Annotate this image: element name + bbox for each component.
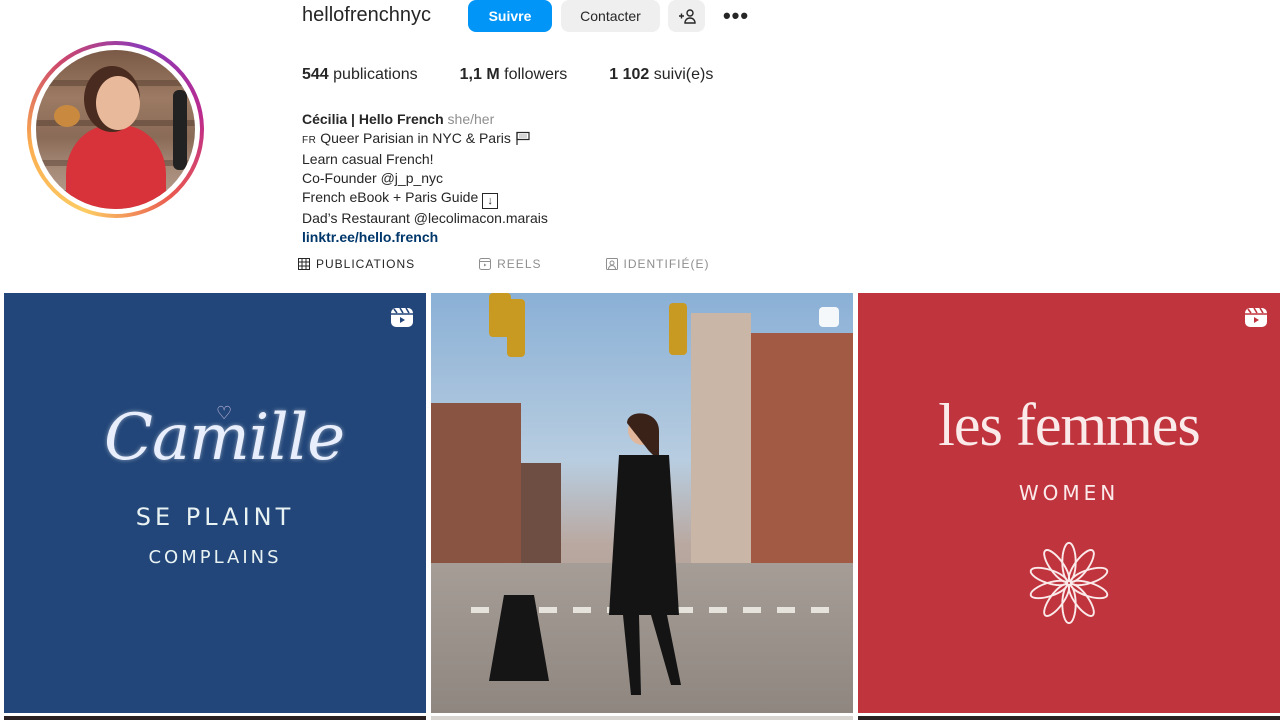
bio-fr-prefix: FR: [302, 135, 317, 146]
bio-text: Co-Founder @j_p_nyc: [302, 170, 444, 186]
bio-line: Learn casual French!: [302, 151, 434, 167]
contact-button[interactable]: Contacter: [561, 0, 660, 32]
bio-line: French eBook + Paris Guide ↓: [302, 188, 548, 209]
post-line: COMPLAINS: [148, 547, 282, 568]
stat-value: 544: [302, 66, 329, 83]
posts-grid: Camille ♡ SE PLAINT COMPLAINS les femmes…: [4, 293, 1280, 713]
traffic-light: [669, 303, 687, 355]
bio-line: Dad’s Restaurant @lecolimacon.marais: [302, 210, 548, 226]
avatar-border: [31, 45, 200, 214]
next-posts-row: [4, 716, 1280, 720]
stat-label: followers: [504, 66, 568, 83]
tab-label: PUBLICATIONS: [316, 257, 416, 271]
post-tile-peek[interactable]: [858, 716, 1280, 720]
stat-value: 1 102: [609, 66, 650, 83]
post-tile[interactable]: Camille ♡ SE PLAINT COMPLAINS: [4, 293, 426, 713]
grid-icon: [298, 258, 310, 270]
profile-avatar-ring[interactable]: [27, 41, 204, 218]
stat-followers[interactable]: 1,1 M followers: [460, 66, 568, 84]
tab-tagged[interactable]: IDENTIFIÉ(E): [605, 257, 710, 271]
reels-icon: [479, 258, 492, 270]
tab-label: REELS: [497, 257, 542, 271]
heart-icon: ♡: [216, 403, 233, 423]
post-tile-peek[interactable]: [4, 716, 426, 720]
bio-text: Queer Parisian in NYC & Paris: [320, 130, 511, 146]
suggest-user-button[interactable]: [668, 0, 705, 32]
profile-stats: 544 publications 1,1 M followers 1 102 s…: [302, 66, 755, 84]
profile-tabs: PUBLICATIONS REELS IDENTIFIÉ(E): [298, 257, 774, 271]
more-icon: •••: [722, 3, 750, 28]
post-tile[interactable]: [431, 293, 853, 713]
building: [751, 333, 853, 583]
tab-label: IDENTIFIÉ(E): [623, 257, 710, 271]
avatar: [36, 50, 195, 209]
post-tile-peek[interactable]: [431, 716, 853, 720]
stat-label: publications: [333, 66, 418, 83]
flag-icon: [516, 131, 530, 145]
stat-label: suivi(e)s: [653, 66, 714, 83]
profile-bio: Cécilia | Hello French she/her FR Queer …: [302, 110, 548, 247]
person-figure: [609, 413, 681, 695]
avatar-pastry: [54, 105, 80, 127]
profile-username: hellofrenchnyc: [302, 4, 431, 26]
bio-line: Co-Founder @j_p_nyc: [302, 169, 548, 188]
more-options-button[interactable]: •••: [716, 0, 756, 32]
avatar-dress: [66, 125, 166, 209]
bio-text: French eBook + Paris Guide: [302, 189, 479, 205]
tab-publications[interactable]: PUBLICATIONS: [298, 257, 415, 271]
stat-value: 1,1 M: [459, 66, 500, 83]
reel-icon: [1245, 307, 1267, 327]
post-line: SE PLAINT: [135, 503, 295, 531]
avatar-head: [96, 76, 140, 130]
bio-line: FR Queer Parisian in NYC & Paris: [302, 129, 548, 150]
down-arrow-icon: ↓: [482, 193, 499, 209]
clip-icon: [819, 307, 839, 327]
traffic-light: [507, 299, 525, 357]
bio-pronouns: she/her: [447, 111, 495, 127]
follow-button[interactable]: Suivre: [468, 0, 552, 32]
reel-icon: [391, 307, 413, 327]
avatar-railing: [173, 90, 187, 170]
bio-name: Cécilia | Hello French: [302, 111, 444, 127]
tagged-icon: [605, 258, 618, 270]
post-title-serif: les femmes: [938, 392, 1201, 458]
bio-name-line: Cécilia | Hello French she/her: [302, 110, 548, 129]
stat-publications: 544 publications: [302, 66, 418, 84]
post-line: WOMEN: [1018, 481, 1120, 505]
add-user-icon: [678, 9, 696, 24]
tab-reels[interactable]: REELS: [479, 257, 541, 271]
post-tile[interactable]: les femmes WOMEN: [858, 293, 1280, 713]
stat-following[interactable]: 1 102 suivi(e)s: [609, 66, 713, 84]
building: [691, 313, 751, 583]
flower-icon: [1029, 541, 1109, 625]
bio-link[interactable]: linktr.ee/hello.french: [302, 228, 548, 247]
